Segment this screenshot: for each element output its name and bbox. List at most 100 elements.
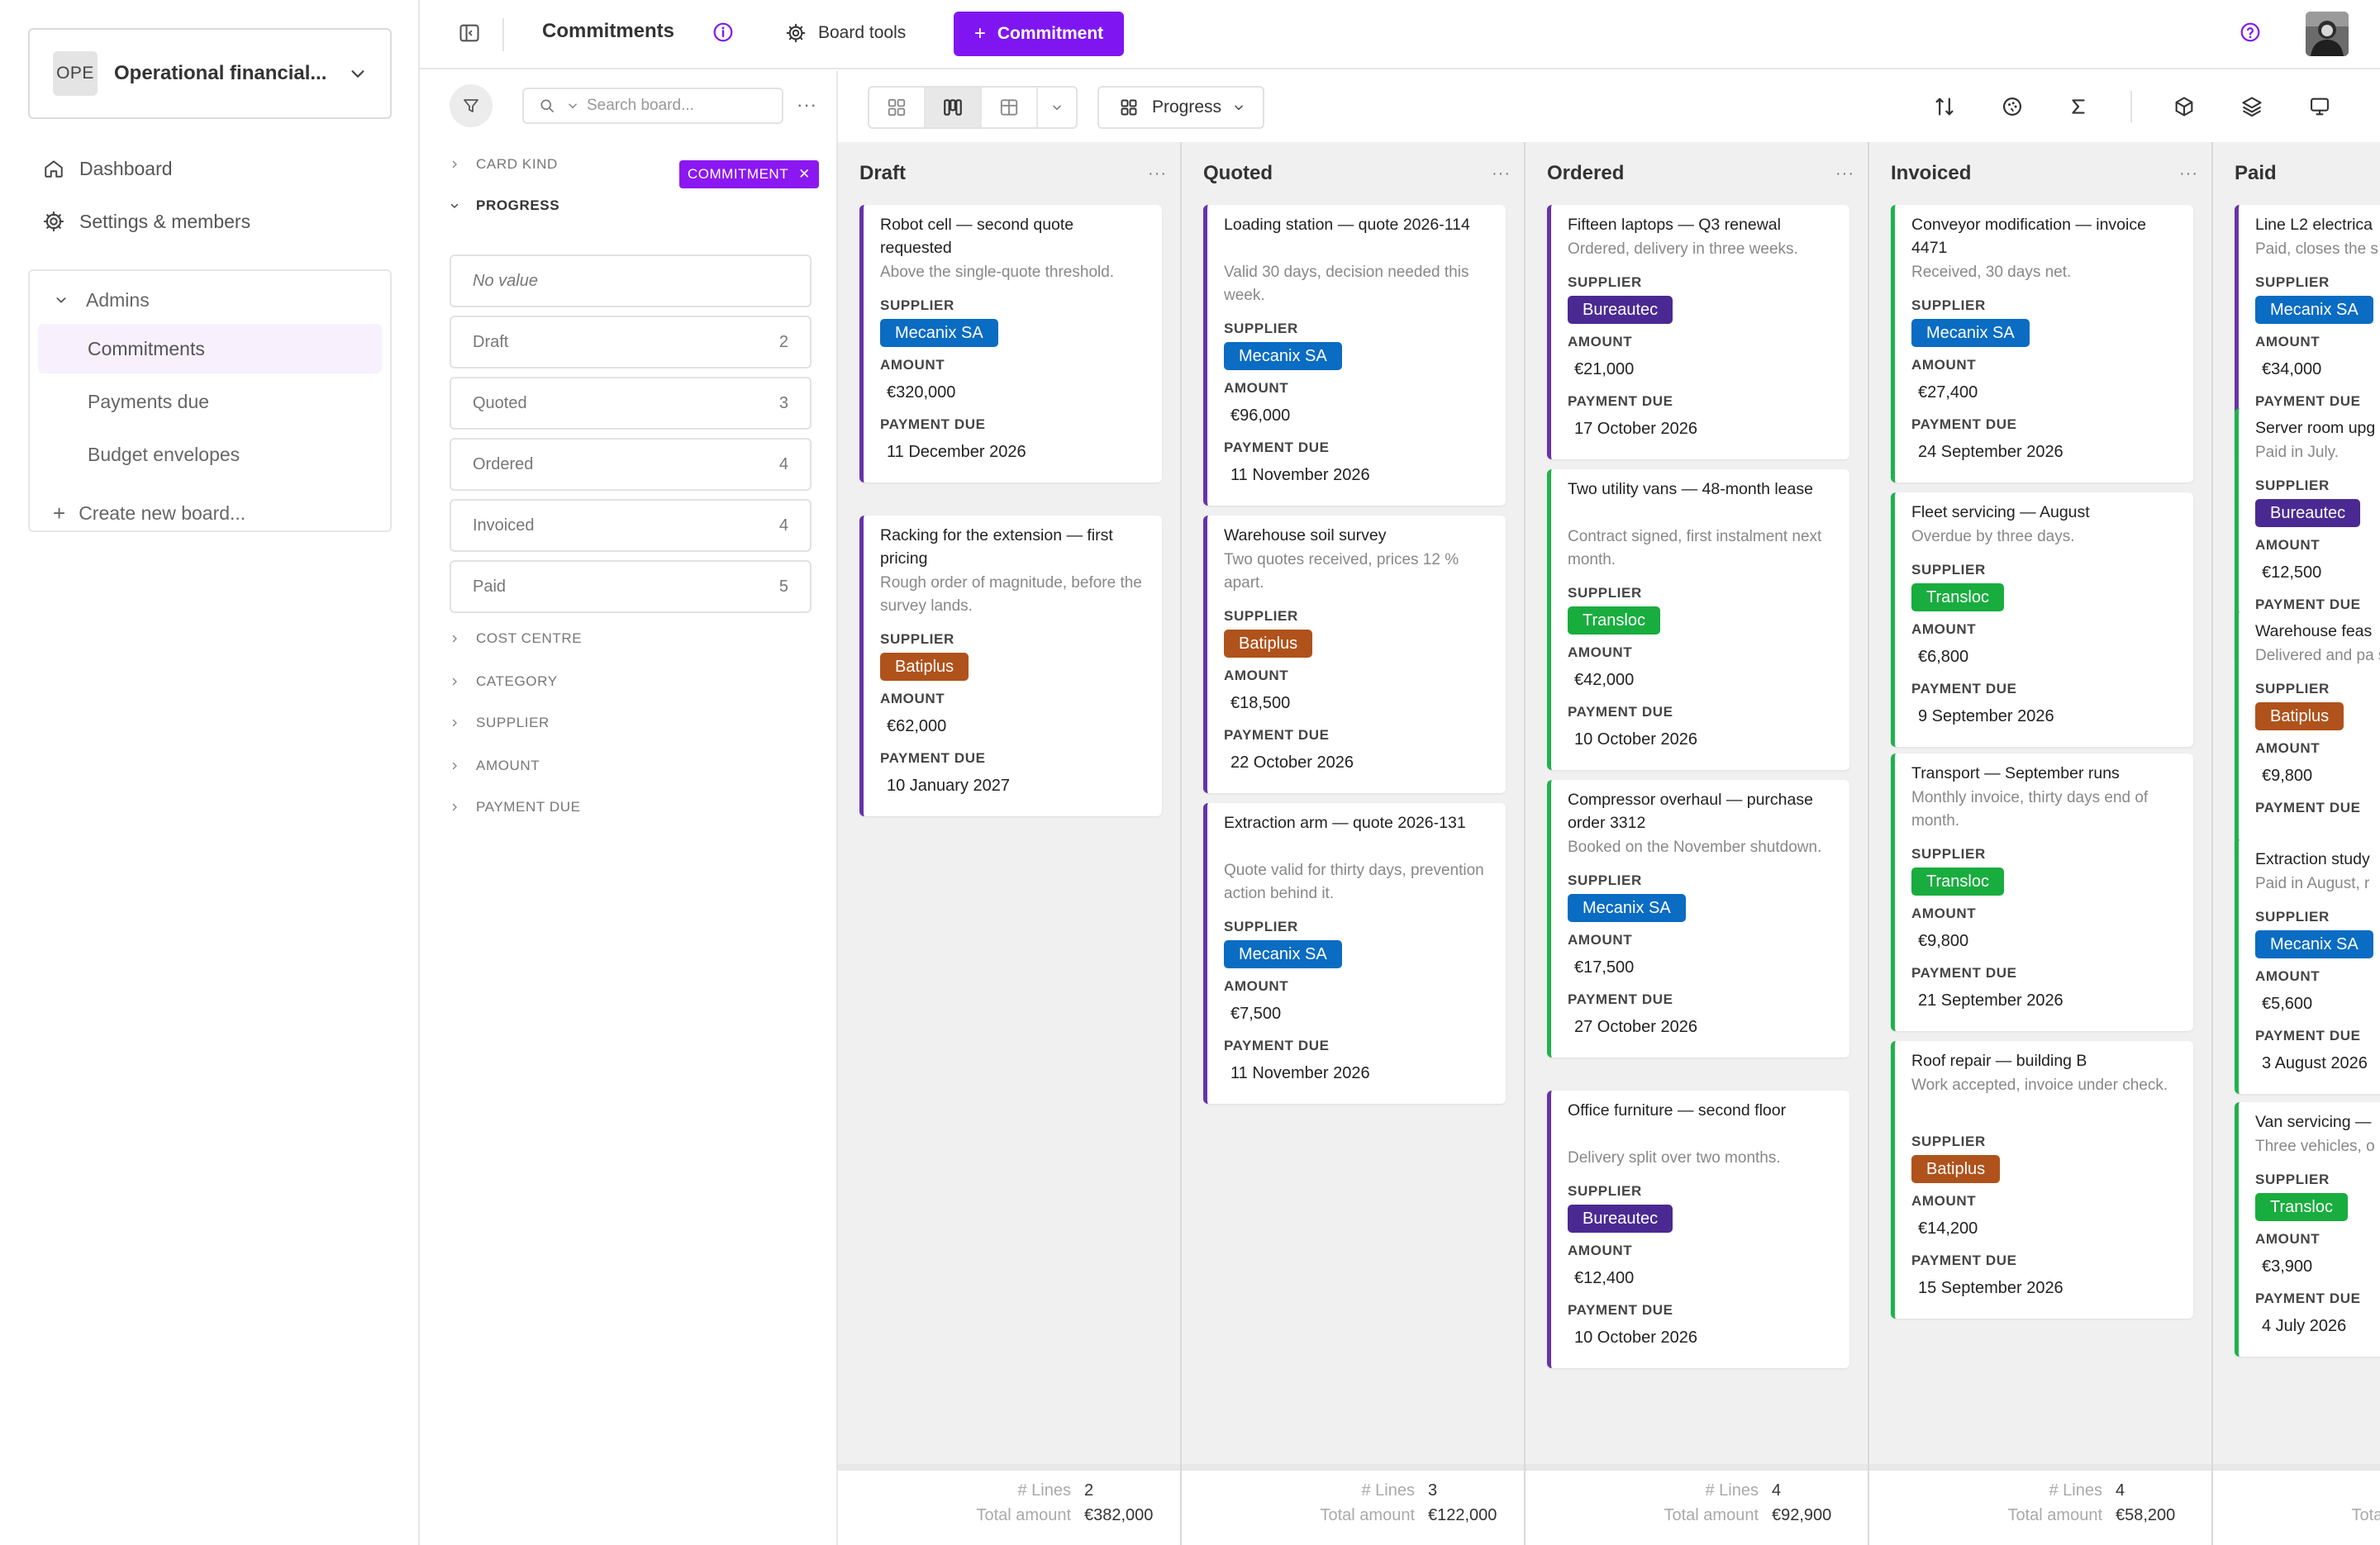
column-menu-button[interactable]: ··· xyxy=(2179,164,2198,183)
view-table-button[interactable] xyxy=(982,88,1038,127)
supplier-chip[interactable]: Transloc xyxy=(1911,583,2004,611)
column-footer: # Lines 3 Total amount €122,000 xyxy=(1182,1464,1524,1545)
commitment-card[interactable]: Roof repair — building B Work accepted, i… xyxy=(1891,1041,2193,1319)
commitment-card[interactable]: Fifteen laptops — Q3 renewal Ordered, del… xyxy=(1547,205,1849,459)
progress-option-no-value[interactable]: No value xyxy=(450,254,812,307)
supplier-chip[interactable]: Mecanix SA xyxy=(1224,940,1342,968)
help-icon[interactable] xyxy=(2240,21,2264,46)
commitment-card[interactable]: Fleet servicing — August Overdue by three… xyxy=(1891,492,2193,747)
progress-option-invoiced[interactable]: Invoiced 4 xyxy=(450,499,812,552)
card-kind-chip[interactable]: COMMITMENT ✕ xyxy=(679,160,819,188)
view-more-button[interactable] xyxy=(1038,88,1076,127)
color-palette-icon[interactable] xyxy=(1998,93,2026,121)
group-by-select[interactable]: Progress xyxy=(1097,86,1264,129)
commitment-card[interactable]: Robot cell — second quote requested Above… xyxy=(859,205,1162,483)
sum-icon[interactable] xyxy=(2064,93,2092,121)
card-title: Conveyor modification — invoice 4471 xyxy=(1911,216,2146,257)
supplier-chip[interactable]: Batiplus xyxy=(880,653,969,681)
supplier-chip[interactable]: Mecanix SA xyxy=(1568,894,1686,922)
supplier-label: SUPPLIER xyxy=(1568,1183,1642,1199)
create-board-button[interactable]: + Create new board... xyxy=(30,494,390,532)
board-column-paid: Paid··· Line L2 electrica Paid, closes the… xyxy=(2213,142,2380,1545)
home-icon xyxy=(41,156,66,181)
supplier-chip[interactable]: Mecanix SA xyxy=(2255,296,2373,324)
progress-option-ordered[interactable]: Ordered 4 xyxy=(450,438,812,491)
search-input[interactable]: Search board... xyxy=(522,88,783,124)
option-label: Invoiced xyxy=(473,516,535,535)
supplier-chip[interactable]: Transloc xyxy=(1911,868,2004,896)
filter-button[interactable] xyxy=(450,84,493,127)
supplier-chip[interactable]: Batiplus xyxy=(2255,702,2344,730)
supplier-chip[interactable]: Bureautec xyxy=(1568,1205,1673,1233)
group-toggle-admins[interactable]: Admins xyxy=(30,279,390,321)
nav-dashboard[interactable]: Dashboard xyxy=(28,147,392,190)
column-menu-button[interactable]: ··· xyxy=(1492,164,1511,183)
view-grid-button[interactable] xyxy=(869,88,926,127)
commitment-card[interactable]: Extraction study Paid in August, r SUPPLIE… xyxy=(2235,839,2380,1094)
supplier-label: SUPPLIER xyxy=(880,297,954,313)
board-tools-button[interactable]: Board tools xyxy=(785,15,906,51)
facet-progress[interactable]: PROGRESS xyxy=(450,193,559,218)
board-item-budget-envelopes[interactable]: Budget envelopes xyxy=(38,430,382,479)
monitor-icon[interactable] xyxy=(2306,93,2334,121)
search-options-button[interactable]: ··· xyxy=(797,94,817,116)
board-item-payments-due[interactable]: Payments due xyxy=(38,377,382,426)
cube-icon[interactable] xyxy=(2170,93,2198,121)
facet-amount[interactable]: AMOUNT xyxy=(450,753,540,778)
sort-icon[interactable] xyxy=(1930,93,1959,121)
user-avatar[interactable] xyxy=(2306,12,2349,56)
gear-icon xyxy=(41,209,66,234)
payment-due-label: PAYMENT DUE xyxy=(1568,704,1673,720)
facet-supplier[interactable]: SUPPLIER xyxy=(450,711,550,735)
column-menu-button[interactable]: ··· xyxy=(1148,164,1167,183)
amount-label: AMOUNT xyxy=(2255,334,2320,349)
close-icon[interactable]: ✕ xyxy=(798,166,811,183)
facet-cost-centre[interactable]: COST CENTRE xyxy=(450,626,582,651)
info-icon[interactable] xyxy=(712,21,737,46)
supplier-chip[interactable]: Batiplus xyxy=(1224,630,1313,658)
commitment-card[interactable]: Conveyor modification — invoice 4471 Rece… xyxy=(1891,205,2193,483)
total-amount-value: €58,200 xyxy=(2116,1505,2176,1524)
payment-due-value: 15 September 2026 xyxy=(1918,1279,2063,1297)
commitment-card[interactable]: Racking for the extension — first pricin… xyxy=(859,516,1162,816)
progress-option-draft[interactable]: Draft 2 xyxy=(450,316,812,368)
commitment-card[interactable]: Warehouse feas Delivered and pa summer. SU… xyxy=(2235,611,2380,866)
workspace-switcher[interactable]: OPE Operational financial... xyxy=(28,28,392,119)
supplier-chip[interactable]: Mecanix SA xyxy=(880,319,998,347)
card-description: Delivered and pa summer. xyxy=(2255,647,2380,664)
commitment-card[interactable]: Compressor overhaul — purchase order 331… xyxy=(1547,780,1849,1058)
supplier-chip[interactable]: Mecanix SA xyxy=(1911,319,2030,347)
new-commitment-button[interactable]: + Commitment xyxy=(954,12,1124,56)
facet-card-kind[interactable]: CARD KIND xyxy=(450,152,558,177)
progress-option-paid[interactable]: Paid 5 xyxy=(450,560,812,613)
supplier-chip[interactable]: Bureautec xyxy=(1568,296,1673,324)
supplier-chip[interactable]: Mecanix SA xyxy=(1224,342,1342,370)
total-amount-label: Total amount xyxy=(1664,1505,1759,1524)
commitment-card[interactable]: Transport — September runs Monthly invoic… xyxy=(1891,753,2193,1031)
supplier-chip[interactable]: Transloc xyxy=(1568,606,1660,635)
nav-settings[interactable]: Settings & members xyxy=(28,200,392,243)
sidebar-toggle-icon[interactable] xyxy=(458,21,483,46)
commitment-card[interactable]: Office furniture — second floor Delivery … xyxy=(1547,1091,1849,1368)
board-item-commitments[interactable]: Commitments xyxy=(38,324,382,373)
line-count-label: # Lines xyxy=(1705,1481,1759,1500)
option-count: 3 xyxy=(778,393,788,412)
layers-icon[interactable] xyxy=(2238,93,2266,121)
view-kanban-button[interactable] xyxy=(926,88,982,127)
supplier-chip[interactable]: Transloc xyxy=(2255,1193,2348,1221)
supplier-chip[interactable]: Bureautec xyxy=(2255,499,2361,527)
facet-payment-due[interactable]: PAYMENT DUE xyxy=(450,795,581,820)
supplier-chip[interactable]: Batiplus xyxy=(1911,1155,2001,1183)
facet-category[interactable]: CATEGORY xyxy=(450,669,558,694)
commitment-card[interactable]: Van servicing — Three vehicles, o SUPPLIER… xyxy=(2235,1102,2380,1357)
column-title: Invoiced xyxy=(1891,162,1972,184)
commitment-card[interactable]: Extraction arm — quote 2026-131 Quote val… xyxy=(1203,803,1506,1104)
plus-icon: + xyxy=(973,22,986,45)
commitment-card[interactable]: Two utility vans — 48-month lease Contrac… xyxy=(1547,469,1849,770)
supplier-chip[interactable]: Mecanix SA xyxy=(2255,930,2373,958)
column-menu-button[interactable]: ··· xyxy=(1835,164,1854,183)
progress-option-quoted[interactable]: Quoted 3 xyxy=(450,377,812,430)
commitment-card[interactable]: Loading station — quote 2026-114 Valid 30… xyxy=(1203,205,1506,506)
new-commitment-label: Commitment xyxy=(997,24,1104,43)
commitment-card[interactable]: Warehouse soil survey Two quotes received… xyxy=(1203,516,1506,793)
